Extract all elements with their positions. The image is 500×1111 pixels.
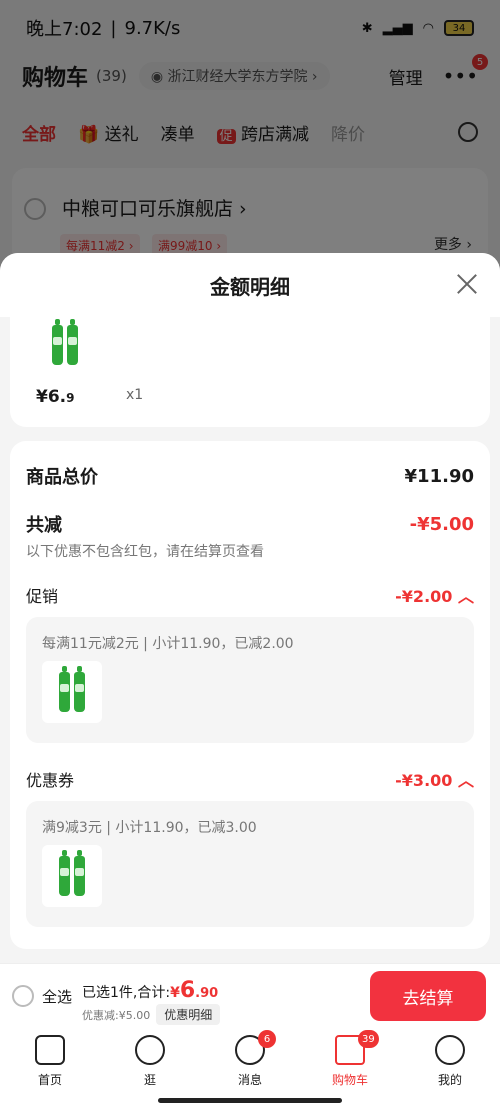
- product-image: [50, 317, 120, 367]
- promo-label: 促销: [26, 587, 59, 606]
- select-all-checkbox[interactable]: [12, 985, 34, 1007]
- coupon-detail-box: 满9减3元 | 小计11.90，已减3.00: [26, 801, 474, 927]
- selected-summary: 已选1件,合计:¥6.90: [82, 978, 219, 1003]
- product-card: ¥6.9 x1: [10, 317, 490, 427]
- close-icon[interactable]: [456, 273, 478, 295]
- discount-summary: 优惠减:¥5.00 优惠明细: [82, 1004, 221, 1025]
- browse-icon: [135, 1035, 165, 1065]
- discount-detail-chip[interactable]: 优惠明细: [156, 1004, 221, 1025]
- coupon-desc: 满9减3元 | 小计11.90，已减3.00: [42, 820, 257, 836]
- total-value: ¥11.90: [404, 465, 474, 487]
- discount-row: 共减 -¥5.00: [26, 511, 474, 537]
- price-detail-card: 商品总价 ¥11.90 共减 -¥5.00 以下优惠不包含红包，请在结算页查看 …: [10, 441, 490, 949]
- home-indicator[interactable]: [158, 1098, 342, 1103]
- promo-detail-box: 每满11元减2元 | 小计11.90，已减2.00: [26, 617, 474, 743]
- sheet-header: 金额明细: [0, 253, 500, 317]
- promo-value: -¥2.00 ︿: [395, 587, 474, 606]
- chevron-up-icon: ︿: [457, 771, 474, 790]
- message-badge: 6: [258, 1030, 276, 1048]
- tab-profile[interactable]: 我的: [400, 1029, 500, 1111]
- product-thumbnail: [42, 661, 102, 723]
- product-quantity: x1: [126, 387, 144, 403]
- checkout-button[interactable]: 去结算: [370, 971, 486, 1021]
- discount-label: 共减: [26, 515, 62, 536]
- promo-desc: 每满11元减2元 | 小计11.90，已减2.00: [42, 636, 294, 652]
- total-row: 商品总价 ¥11.90: [26, 463, 474, 489]
- product-price: ¥6.9: [36, 387, 75, 407]
- select-all-label[interactable]: 全选: [42, 986, 72, 1007]
- coupon-value: -¥3.00 ︿: [395, 771, 474, 790]
- cart-page: 晚上7:02 | 9.7K/s ✱ ▂▄▆ ◠ 34 购物车 (39) ◉ 浙江…: [0, 0, 500, 1111]
- cart-badge: 39: [358, 1030, 379, 1048]
- promo-row[interactable]: 促销 -¥2.00 ︿: [26, 583, 474, 607]
- product-thumbnail: [42, 845, 102, 907]
- coupon-row[interactable]: 优惠券 -¥3.00 ︿: [26, 767, 474, 791]
- discount-value: -¥5.00: [409, 513, 474, 535]
- total-label: 商品总价: [26, 467, 98, 488]
- tab-home[interactable]: 首页: [0, 1029, 100, 1111]
- home-icon: [35, 1035, 65, 1065]
- chevron-up-icon: ︿: [457, 587, 474, 606]
- coupon-label: 优惠券: [26, 771, 75, 790]
- amount-detail-sheet: 金额明细 ¥6.9 x1 商品总价 ¥11.90 共减 -¥5.00 以下优惠不…: [0, 253, 500, 963]
- checkout-bar: 全选 已选1件,合计:¥6.90 优惠减:¥5.00 优惠明细 去结算: [0, 963, 500, 1029]
- profile-icon: [435, 1035, 465, 1065]
- discount-note: 以下优惠不包含红包，请在结算页查看: [26, 544, 264, 560]
- sheet-title: 金额明细: [210, 274, 290, 299]
